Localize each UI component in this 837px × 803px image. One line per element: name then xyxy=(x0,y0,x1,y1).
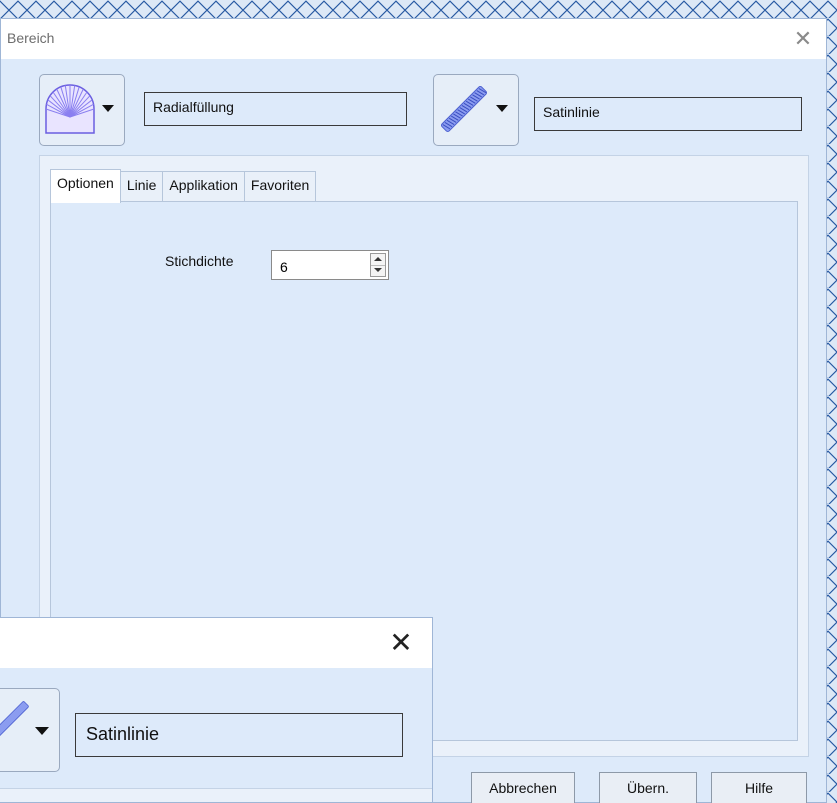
satin-line-icon xyxy=(0,701,29,737)
fill-type-name: Radialfüllung xyxy=(144,92,407,126)
chevron-down-icon xyxy=(35,727,49,735)
overlay-tab-panel-edge xyxy=(0,788,432,802)
radial-fill-icon xyxy=(45,84,95,134)
help-button[interactable]: Hilfe xyxy=(711,772,807,803)
overlay-dialog: ✕ Satinlinie xyxy=(0,617,433,803)
stitch-density-label: Stichdichte xyxy=(165,253,234,269)
tab-applikation[interactable]: Applikation xyxy=(162,171,245,201)
dialog-titlebar[interactable]: Bereich ✕ xyxy=(1,19,826,59)
tab-linie[interactable]: Linie xyxy=(119,171,164,201)
dialog-title: Bereich xyxy=(7,30,55,46)
stitch-density-input[interactable] xyxy=(272,251,368,279)
spin-down-icon[interactable] xyxy=(371,265,385,276)
stitch-density-stepper[interactable] xyxy=(271,250,389,280)
fill-type-button[interactable] xyxy=(39,74,125,146)
line-type-button[interactable] xyxy=(433,74,519,146)
close-icon[interactable]: ✕ xyxy=(386,628,416,658)
overlay-line-type-button[interactable] xyxy=(0,688,60,772)
close-icon[interactable]: ✕ xyxy=(788,24,818,54)
overlay-line-type-name: Satinlinie xyxy=(75,713,403,757)
line-type-name: Satinlinie xyxy=(534,97,802,131)
tab-favoriten[interactable]: Favoriten xyxy=(243,171,317,201)
spin-buttons xyxy=(370,253,386,277)
cancel-button[interactable]: Abbrechen xyxy=(471,772,575,803)
overlay-titlebar[interactable]: ✕ xyxy=(0,618,432,668)
tab-bar: Optionen Linie Applikation Favoriten xyxy=(50,169,317,205)
chevron-down-icon xyxy=(102,105,114,112)
tab-optionen[interactable]: Optionen xyxy=(50,169,121,203)
satin-line-icon xyxy=(440,85,488,133)
apply-button[interactable]: Übern. xyxy=(599,772,697,803)
chevron-down-icon xyxy=(496,105,508,112)
